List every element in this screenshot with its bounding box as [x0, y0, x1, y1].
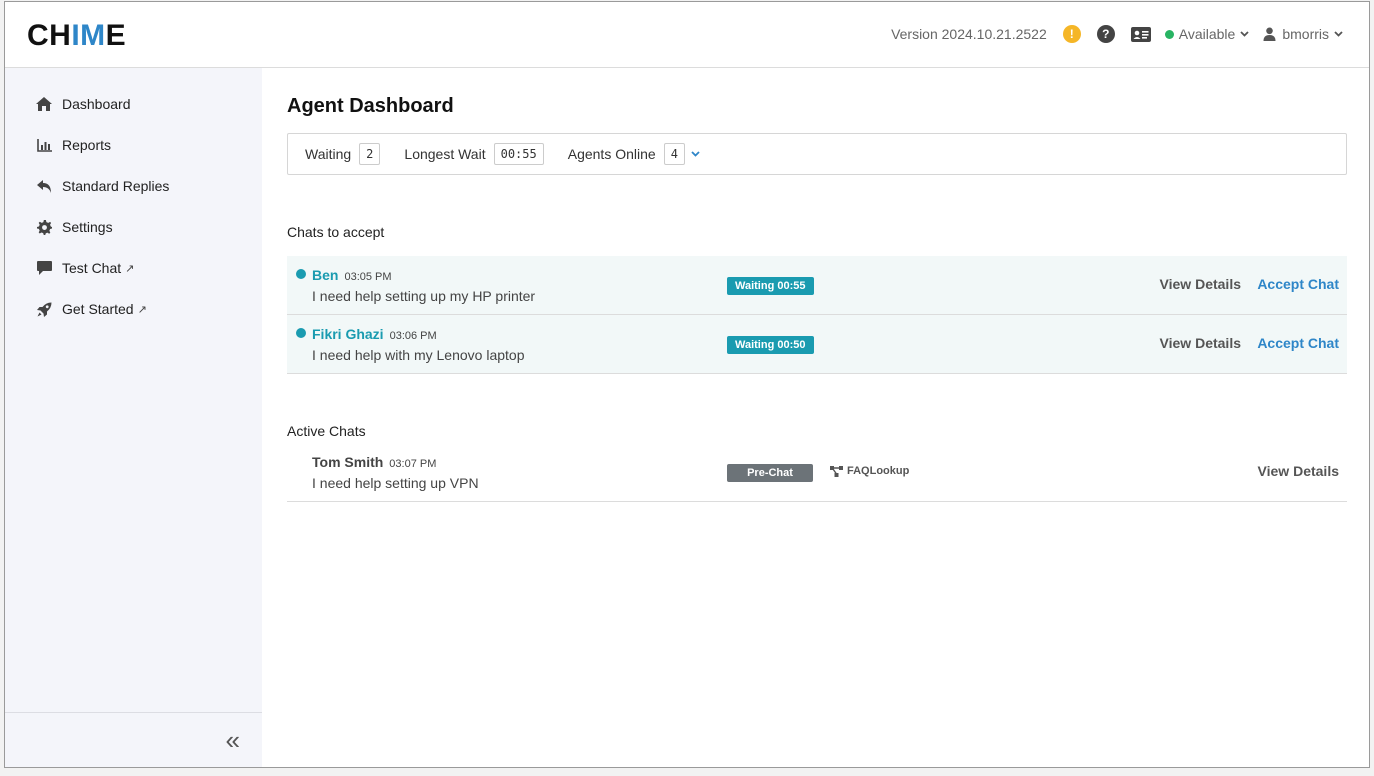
collapse-sidebar-button[interactable]: « — [226, 727, 240, 753]
bot-flow-label: FAQLookup — [830, 465, 909, 477]
sidebar-item-test-chat[interactable]: Test Chat ↗ — [35, 258, 134, 278]
username-label: bmorris — [1282, 26, 1329, 42]
accept-chat-button[interactable]: Accept Chat — [1257, 335, 1339, 351]
sidebar-item-label: Reports — [62, 137, 112, 153]
rocket-icon — [35, 302, 53, 317]
chime-logo[interactable]: CHIME — [27, 19, 126, 53]
header-actions: Version 2024.10.21.2522 ! ? Available bm… — [891, 22, 1343, 46]
new-chat-indicator — [296, 328, 306, 338]
availability-dropdown[interactable]: Available — [1164, 26, 1250, 42]
waiting-label: Waiting — [305, 146, 352, 162]
main-content: Agent Dashboard Waiting 2 Longest Wait 0… — [287, 68, 1347, 767]
home-icon — [35, 97, 53, 111]
bar-chart-icon — [35, 138, 53, 152]
sidebar-item-settings[interactable]: Settings — [35, 217, 113, 237]
external-link-icon: ↗ — [125, 262, 135, 275]
chat-time: 03:06 PM — [389, 330, 437, 342]
view-details-button[interactable]: View Details — [1160, 335, 1241, 351]
availability-label: Available — [1178, 26, 1236, 42]
longest-wait-value: 00:55 — [493, 143, 544, 165]
chat-message: I need help setting up my HP printer — [312, 288, 536, 304]
agents-online-count: 4 — [663, 143, 685, 165]
chevron-down-icon — [1334, 31, 1343, 37]
help-icon[interactable]: ? — [1096, 25, 1115, 43]
sidebar-item-label: Test Chat — [62, 260, 122, 276]
sidebar-item-label: Settings — [62, 219, 113, 235]
active-chats-heading: Active Chats — [287, 423, 366, 439]
page-title: Agent Dashboard — [287, 95, 454, 117]
sidebar-item-label: Get Started — [62, 301, 134, 317]
customer-name: Tom Smith 03:07 PM — [312, 454, 437, 470]
flow-icon — [830, 465, 843, 477]
stats-bar: Waiting 2 Longest Wait 00:55 Agents Onli… — [287, 133, 1347, 175]
warning-icon[interactable]: ! — [1062, 25, 1081, 43]
online-status-dot — [1164, 29, 1174, 39]
external-link-icon: ↗ — [137, 303, 147, 316]
view-details-button[interactable]: View Details — [1160, 276, 1241, 292]
sidebar-item-standard-replies[interactable]: Standard Replies — [35, 176, 169, 196]
waiting-badge: Waiting 00:55 — [727, 277, 814, 295]
version-label: Version 2024.10.21.2522 — [891, 26, 1047, 42]
longest-wait-label: Longest Wait — [404, 146, 486, 162]
sidebar-item-dashboard[interactable]: Dashboard — [35, 94, 131, 114]
sidebar-footer: « — [5, 712, 262, 767]
pre-chat-badge: Pre-Chat — [727, 464, 813, 482]
customer-name: Fikri Ghazi 03:06 PM — [312, 326, 437, 342]
pending-chat-row: Ben 03:05 PM I need help setting up my HP… — [287, 256, 1347, 315]
chat-message: I need help setting up VPN — [312, 475, 479, 491]
sidebar: Dashboard Reports Standard Replies Setti… — [5, 68, 262, 767]
agents-online-label: Agents Online — [567, 146, 656, 162]
chats-to-accept-heading: Chats to accept — [287, 224, 385, 240]
waiting-count: 2 — [359, 143, 381, 165]
app-window: CHIME Version 2024.10.21.2522 ! ? Availa… — [4, 1, 1370, 768]
chevron-down-icon — [1240, 31, 1249, 37]
chat-time: 03:05 PM — [344, 271, 392, 283]
id-card-icon[interactable] — [1130, 26, 1151, 42]
chevron-down-icon[interactable] — [691, 151, 700, 157]
view-details-button[interactable]: View Details — [1258, 463, 1339, 479]
gear-icon — [35, 219, 53, 235]
user-menu[interactable]: bmorris — [1263, 26, 1343, 42]
sidebar-item-label: Dashboard — [62, 96, 131, 112]
chat-message: I need help with my Lenovo laptop — [312, 347, 525, 363]
new-chat-indicator — [296, 269, 306, 279]
sidebar-item-label: Standard Replies — [62, 178, 170, 194]
sidebar-item-get-started[interactable]: Get Started ↗ — [35, 299, 147, 319]
chat-bubble-icon — [35, 261, 53, 275]
chat-time: 03:07 PM — [389, 458, 437, 470]
reply-icon — [35, 179, 53, 193]
pending-chat-row: Fikri Ghazi 03:06 PM I need help with my … — [287, 315, 1347, 374]
active-chat-row: Tom Smith 03:07 PM I need help setting up… — [287, 443, 1347, 502]
user-icon — [1263, 27, 1276, 41]
waiting-badge: Waiting 00:50 — [727, 336, 814, 354]
sidebar-item-reports[interactable]: Reports — [35, 135, 111, 155]
top-bar: CHIME Version 2024.10.21.2522 ! ? Availa… — [5, 2, 1369, 68]
accept-chat-button[interactable]: Accept Chat — [1257, 276, 1339, 292]
customer-name: Ben 03:05 PM — [312, 267, 392, 283]
